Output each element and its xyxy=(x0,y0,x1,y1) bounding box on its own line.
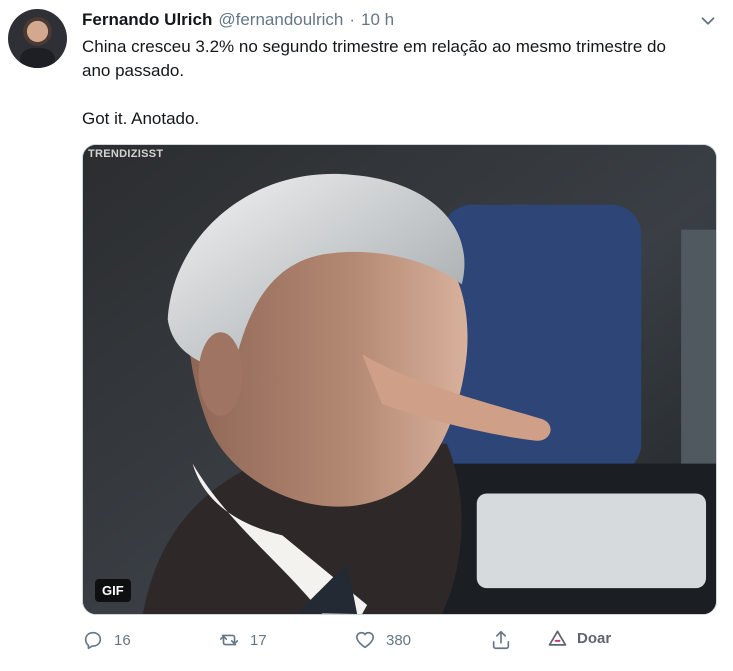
author-name[interactable]: Fernando Ulrich xyxy=(82,10,212,30)
tweet-text-line: China cresceu 3.2% no segundo trimestre … xyxy=(82,37,666,56)
chevron-down-icon xyxy=(701,17,715,25)
tweet-text-followup: Got it. Anotado. xyxy=(82,109,200,128)
share-button[interactable] xyxy=(490,629,512,651)
gif-media[interactable]: TRENDIZISST GIF xyxy=(82,144,717,615)
author-handle[interactable]: @fernandoulrich xyxy=(218,10,343,30)
tweet-time[interactable]: 10 h xyxy=(361,10,394,30)
retweet-icon xyxy=(219,634,239,646)
tweet-text: China cresceu 3.2% no segundo trimestre … xyxy=(82,35,722,131)
gif-frame xyxy=(83,145,716,614)
tweet-menu-button[interactable] xyxy=(697,10,719,32)
donate-triangle-icon xyxy=(548,630,567,646)
share-icon xyxy=(492,630,510,650)
tweet[interactable]: Fernando Ulrich @fernandoulrich · 10 h C… xyxy=(0,0,733,671)
like-button[interactable]: 380 xyxy=(354,629,411,651)
tweet-header: Fernando Ulrich @fernandoulrich · 10 h xyxy=(82,10,394,32)
like-count: 380 xyxy=(386,631,412,649)
avatar[interactable] xyxy=(8,9,67,68)
separator-dot: · xyxy=(349,10,356,29)
heart-icon xyxy=(356,631,374,649)
reply-count: 16 xyxy=(114,631,131,649)
retweet-count: 17 xyxy=(250,631,267,649)
tweet-actions: 16 17 380 Doar xyxy=(82,629,722,655)
retweet-button[interactable]: 17 xyxy=(218,629,267,651)
gif-badge: GIF xyxy=(95,579,131,602)
gif-watermark: TRENDIZISST xyxy=(88,148,164,160)
tweet-text-line: ano passado. xyxy=(82,61,185,80)
donate-button[interactable]: Doar xyxy=(548,629,611,648)
donate-label: Doar xyxy=(577,630,612,647)
reply-button[interactable]: 16 xyxy=(82,629,131,651)
comment-icon xyxy=(84,631,102,650)
